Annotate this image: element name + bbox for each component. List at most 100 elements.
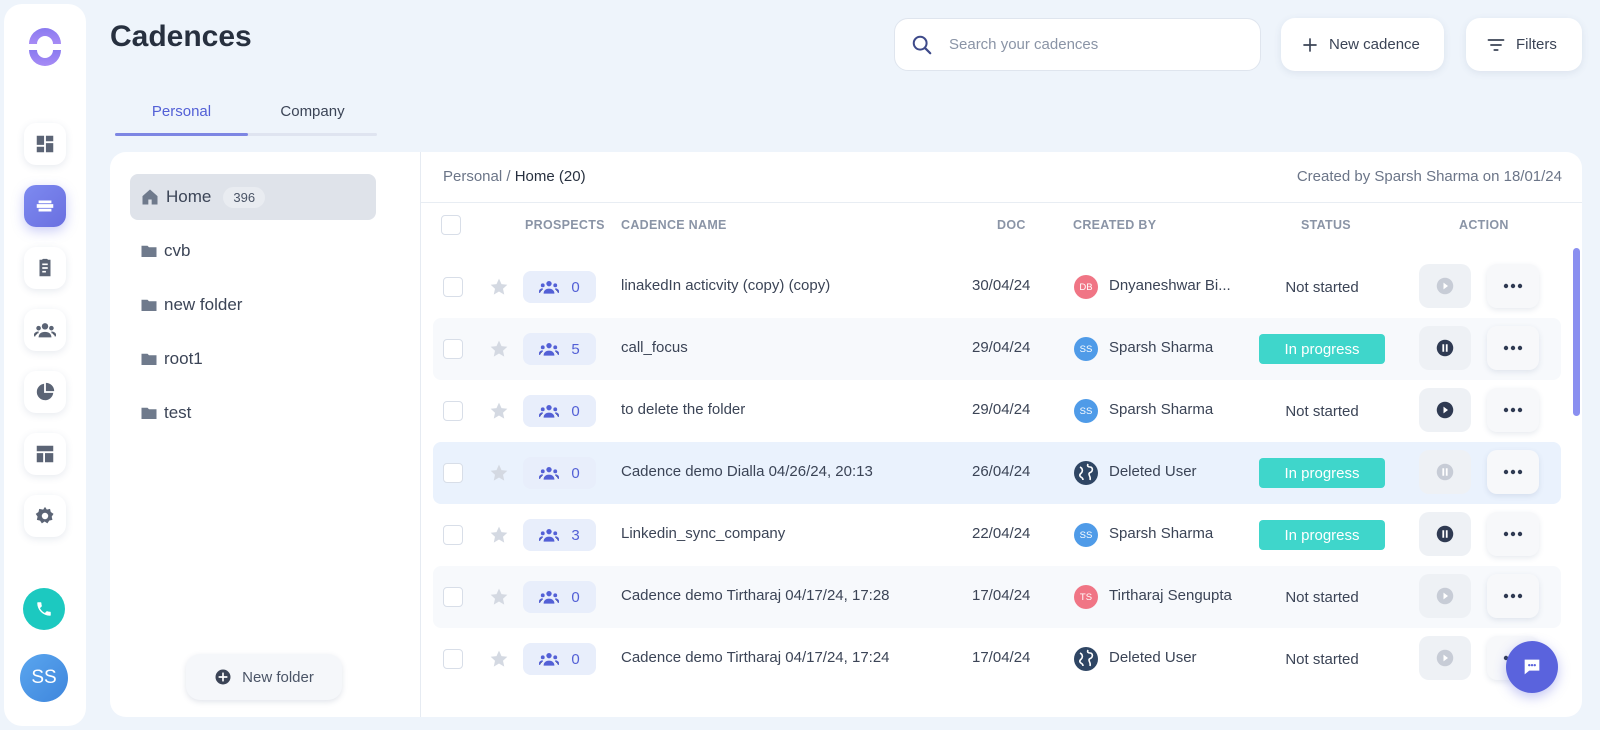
folder-label: test (164, 403, 192, 422)
folder-new-folder[interactable]: new folder (130, 282, 376, 328)
folder-tabs: Personal Company (115, 92, 377, 136)
nav-people-button[interactable] (24, 309, 66, 351)
chat-support-button[interactable] (1506, 641, 1558, 693)
pause-icon (1436, 463, 1454, 481)
table-row[interactable]: 0 linakedIn acticvity (copy) (copy) 30/04/… (433, 256, 1561, 318)
folder-root1[interactable]: root1 (130, 336, 376, 382)
star-icon[interactable] (489, 525, 509, 545)
status-badge: In progress (1259, 334, 1385, 364)
scrollbar[interactable] (1573, 248, 1580, 416)
prospects-count-button[interactable]: 0 (523, 581, 596, 613)
star-icon[interactable] (489, 339, 509, 359)
user-avatar[interactable]: SS (20, 654, 68, 702)
play-button[interactable] (1419, 636, 1471, 680)
more-options-button[interactable] (1487, 326, 1539, 370)
creator-avatar: DB (1074, 275, 1098, 299)
table-row[interactable]: 0 Cadence demo Dialla 04/26/24, 20:13 26/0… (433, 442, 1561, 504)
nav-tasks-button[interactable] (24, 247, 66, 289)
table-row[interactable]: 0 Cadence demo Tirtharaj 04/17/24, 17:24 1… (433, 628, 1561, 690)
creator-avatar: SS (1074, 399, 1098, 423)
table-row[interactable]: 3 Linkedin_sync_company 22/04/24 SS Sparsh S… (433, 504, 1561, 566)
more-dots-icon (1503, 531, 1523, 537)
nav-cadences-button[interactable] (24, 185, 66, 227)
analytics-icon (36, 382, 55, 401)
prospects-count-button[interactable]: 3 (523, 519, 596, 551)
more-options-button[interactable] (1487, 388, 1539, 432)
folder-cvb[interactable]: cvb (130, 228, 376, 274)
row-checkbox[interactable] (443, 525, 463, 545)
table-row[interactable]: 5 call_focus 29/04/24 SS Sparsh Sharma In pro… (433, 318, 1561, 380)
star-icon[interactable] (489, 649, 509, 669)
date-of-creation: 30/04/24 (972, 277, 1031, 294)
row-checkbox[interactable] (443, 401, 463, 421)
date-of-creation: 29/04/24 (972, 339, 1031, 356)
folder-home[interactable]: Home 396 (130, 174, 376, 220)
call-button[interactable] (23, 588, 65, 630)
play-icon (1436, 401, 1454, 419)
cadence-name-link[interactable]: to delete the folder (621, 401, 745, 418)
folder-test[interactable]: test (130, 390, 376, 436)
new-folder-button[interactable]: New folder (186, 654, 342, 700)
app-logo-icon[interactable] (25, 27, 65, 67)
cadence-name-link[interactable]: Cadence demo Tirtharaj 04/17/24, 17:28 (621, 587, 890, 604)
nav-settings-button[interactable] (24, 495, 66, 537)
new-cadence-button[interactable]: New cadence (1281, 18, 1444, 71)
cadence-name-link[interactable]: linakedIn acticvity (copy) (copy) (621, 277, 830, 294)
filters-label: Filters (1516, 36, 1557, 53)
table-row[interactable]: 0 Cadence demo Tirtharaj 04/17/24, 17:28 1… (433, 566, 1561, 628)
star-icon[interactable] (489, 401, 509, 421)
nav-analytics-button[interactable] (24, 371, 66, 413)
col-doc[interactable]: DOC (997, 218, 1026, 232)
pause-button[interactable] (1419, 450, 1471, 494)
prospects-count-button[interactable]: 5 (523, 333, 596, 365)
col-cadence-name[interactable]: CADENCE NAME (621, 218, 727, 232)
star-icon[interactable] (489, 463, 509, 483)
play-button[interactable] (1419, 388, 1471, 432)
more-dots-icon (1503, 593, 1523, 599)
row-checkbox[interactable] (443, 649, 463, 669)
row-checkbox[interactable] (443, 463, 463, 483)
more-options-button[interactable] (1487, 264, 1539, 308)
row-checkbox[interactable] (443, 587, 463, 607)
folder-icon (141, 353, 157, 365)
play-button[interactable] (1419, 574, 1471, 618)
search-input[interactable] (949, 36, 1239, 53)
status-badge: Not started (1285, 402, 1359, 420)
filters-button[interactable]: Filters (1466, 18, 1582, 71)
cadence-name-link[interactable]: Cadence demo Tirtharaj 04/17/24, 17:24 (621, 649, 890, 666)
row-checkbox[interactable] (443, 277, 463, 297)
prospects-icon (539, 529, 560, 542)
pause-button[interactable] (1419, 326, 1471, 370)
tab-company[interactable]: Company (248, 92, 377, 136)
folder-count-badge: 396 (223, 186, 266, 208)
more-options-button[interactable] (1487, 512, 1539, 556)
table-row[interactable]: 0 to delete the folder 29/04/24 SS Sparsh Sh… (433, 380, 1561, 442)
row-checkbox[interactable] (443, 339, 463, 359)
prospects-count-button[interactable]: 0 (523, 395, 596, 427)
breadcrumb-root[interactable]: Personal / (443, 168, 515, 185)
star-icon[interactable] (489, 277, 509, 297)
people-icon (34, 323, 56, 338)
star-icon[interactable] (489, 587, 509, 607)
cadence-name-link[interactable]: Cadence demo Dialla 04/26/24, 20:13 (621, 463, 873, 480)
cadence-name-link[interactable]: call_focus (621, 339, 688, 356)
new-cadence-label: New cadence (1329, 36, 1420, 53)
col-created-by[interactable]: CREATED BY (1073, 218, 1156, 232)
creator-name: Deleted User (1109, 649, 1197, 666)
col-prospects[interactable]: PROSPECTS (525, 218, 605, 232)
tab-personal[interactable]: Personal (115, 92, 248, 136)
more-options-button[interactable] (1487, 450, 1539, 494)
pause-button[interactable] (1419, 512, 1471, 556)
nav-dashboard-button[interactable] (24, 123, 66, 165)
cadence-name-link[interactable]: Linkedin_sync_company (621, 525, 785, 542)
prospects-count-button[interactable]: 0 (523, 271, 596, 303)
search-box[interactable] (894, 18, 1261, 71)
more-options-button[interactable] (1487, 574, 1539, 618)
select-all-checkbox[interactable] (441, 215, 461, 235)
prospects-count-button[interactable]: 0 (523, 457, 596, 489)
prospects-count-button[interactable]: 0 (523, 643, 596, 675)
pause-icon (1436, 339, 1454, 357)
nav-templates-button[interactable] (24, 433, 66, 475)
play-button[interactable] (1419, 264, 1471, 308)
created-by-note: Created by Sparsh Sharma on 18/01/24 (1296, 168, 1562, 185)
